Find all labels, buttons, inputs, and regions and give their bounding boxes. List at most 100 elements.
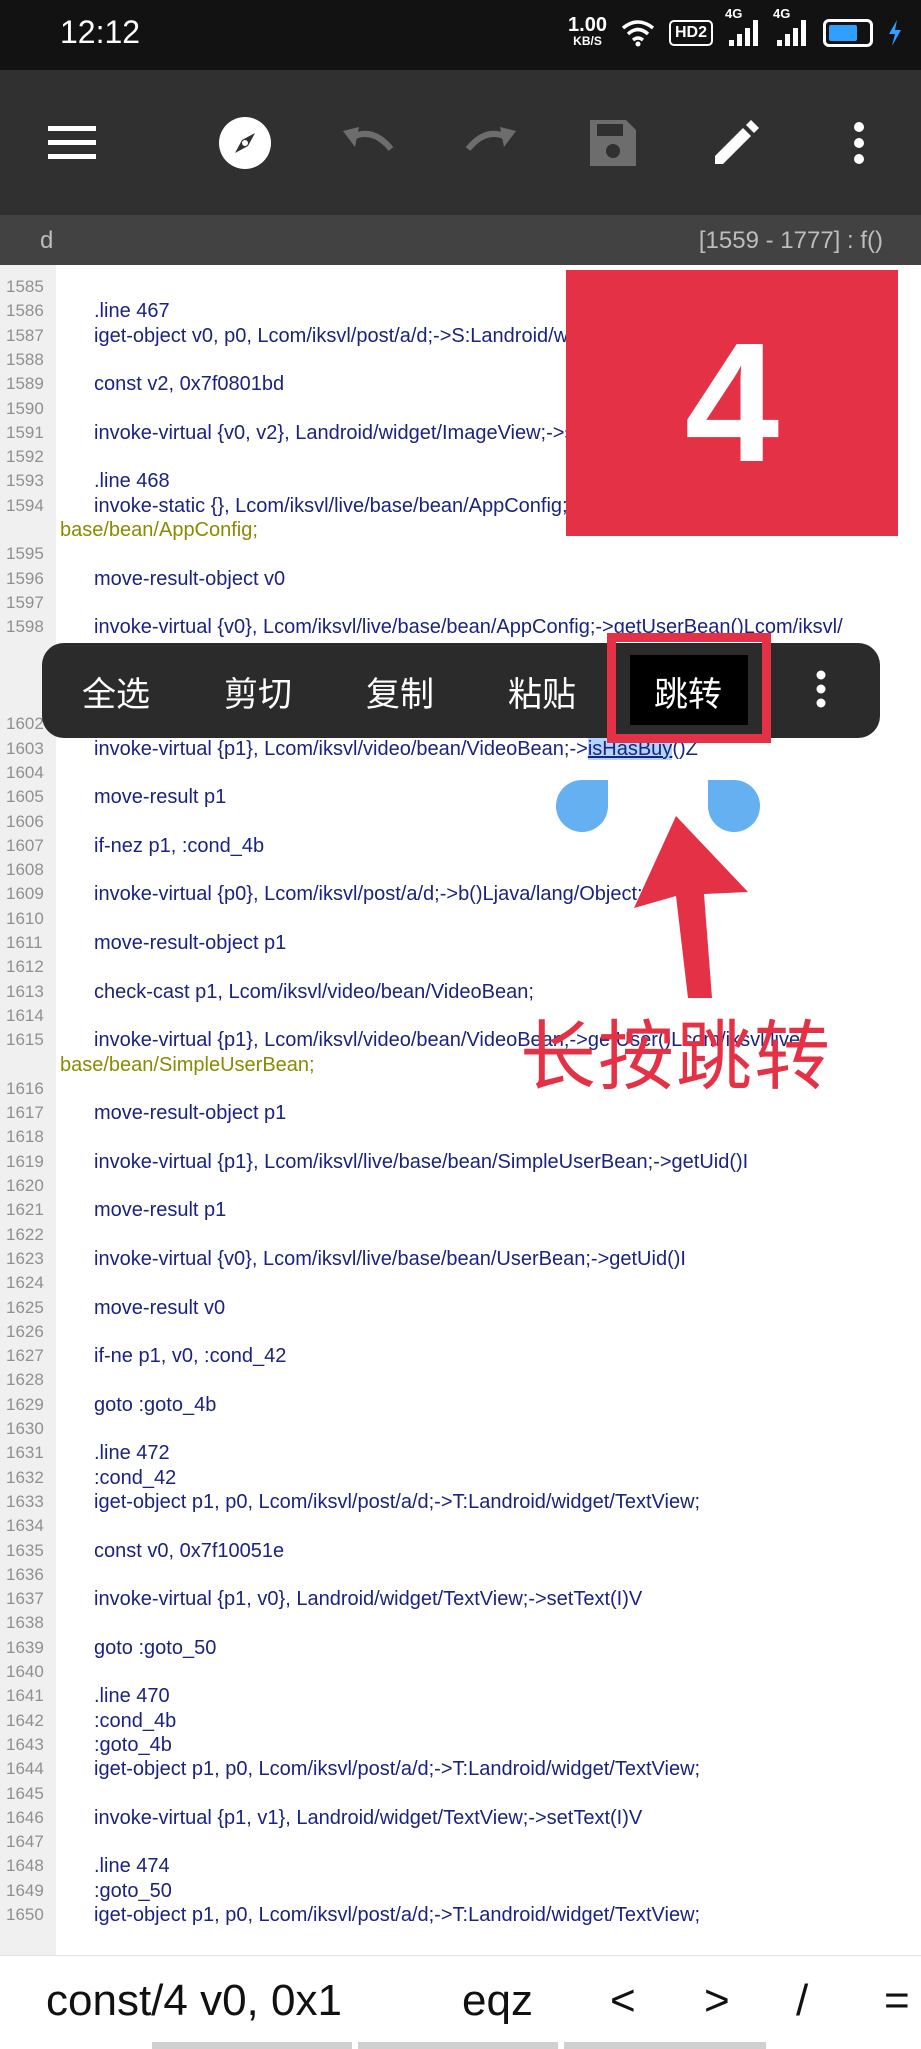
- line-number: 1610: [6, 909, 44, 928]
- more-icon: [854, 122, 864, 164]
- annotation-hint: 长按跳转: [520, 1012, 832, 1101]
- code-line: 1636: [0, 1563, 921, 1587]
- status-time: 12:12: [60, 14, 141, 50]
- line-number: 1647: [6, 1832, 44, 1851]
- annotation-arrow-icon: [634, 816, 748, 998]
- step-number-badge: 4: [566, 270, 898, 536]
- line-number: 1591: [6, 423, 44, 442]
- line-number: 1646: [6, 1808, 44, 1827]
- line-number: 1639: [6, 1638, 44, 1657]
- code-line: 1641 .line 470: [0, 1684, 921, 1708]
- line-number: 1629: [6, 1395, 44, 1414]
- line-number: 1625: [6, 1298, 44, 1317]
- hd-badge: HD2: [668, 19, 713, 46]
- line-code: invoke-virtual {p1, v0}, Landroid/widget…: [94, 1588, 643, 1610]
- eqz-key[interactable]: eqz: [462, 1976, 533, 2026]
- line-number: 1623: [6, 1249, 44, 1268]
- line-code: const v2, 0x7f0801bd: [94, 373, 285, 395]
- code-line: 1596 move-result-object v0: [0, 567, 921, 591]
- code-line: 1626: [0, 1320, 921, 1344]
- line-number: 1585: [6, 277, 44, 296]
- more-menu-icon[interactable]: [815, 669, 827, 709]
- navigate-button[interactable]: [210, 108, 280, 178]
- status-bar: 12:12 1.00 KB/S HD2 4G 4G: [0, 0, 921, 70]
- compass-icon: [219, 117, 271, 169]
- code-line: 1620: [0, 1174, 921, 1198]
- edit-button[interactable]: [701, 108, 771, 178]
- line-code: move-result p1: [94, 1199, 227, 1221]
- method-range: [1559 - 1777] : f(): [698, 227, 883, 254]
- line-number: 1589: [6, 374, 44, 393]
- code-line: 1647: [0, 1830, 921, 1854]
- equals-key[interactable]: =: [884, 1976, 910, 2026]
- line-code: iget-object p1, p0, Lcom/iksvl/post/a/d;…: [94, 1491, 701, 1513]
- line-code: :cond_4b: [94, 1710, 177, 1732]
- code-line: 1633 iget-object p1, p0, Lcom/iksvl/post/…: [0, 1490, 921, 1514]
- line-number: 1642: [6, 1711, 44, 1730]
- line-number: 1619: [6, 1152, 44, 1171]
- redo-icon: [465, 127, 516, 151]
- less-than-key[interactable]: <: [610, 1976, 636, 2026]
- line-code: .line 468: [94, 470, 170, 492]
- selection-handle-start[interactable]: [556, 780, 608, 832]
- redo-button[interactable]: [456, 108, 526, 178]
- line-code: goto :goto_4b: [94, 1394, 217, 1416]
- line-number: 1614: [6, 1006, 44, 1025]
- line-number: 1634: [6, 1516, 44, 1535]
- code-line: 1597: [0, 591, 921, 615]
- code-line: 1607 if-nez p1, :cond_4b: [0, 834, 921, 858]
- edit-icon: [715, 120, 759, 164]
- line-code: iget-object p1, p0, Lcom/iksvl/post/a/d;…: [94, 1758, 701, 1780]
- line-code: if-nez p1, :cond_4b: [94, 835, 265, 857]
- line-number: 1624: [6, 1273, 44, 1292]
- line-number: 1613: [6, 982, 44, 1001]
- wifi-icon: [621, 19, 655, 46]
- line-number: 1595: [6, 544, 44, 563]
- line-number: 1650: [6, 1905, 44, 1924]
- code-line: 1624: [0, 1271, 921, 1295]
- signal-1: 4G: [725, 6, 761, 51]
- cut-button[interactable]: 剪切: [224, 667, 292, 716]
- code-line: 1638: [0, 1611, 921, 1635]
- line-code: invoke-virtual {p1, v1}, Landroid/widget…: [94, 1807, 643, 1829]
- file-info-bar: d [1559 - 1777] : f(): [0, 215, 921, 265]
- signal-1-label: 4G: [725, 6, 743, 21]
- code-line: 1595: [0, 542, 921, 566]
- line-number: 1603: [6, 739, 44, 758]
- line-code: :goto_50: [94, 1880, 172, 1902]
- greater-than-key[interactable]: >: [704, 1976, 730, 2026]
- line-number: 1633: [6, 1492, 44, 1511]
- shortcut-bar: const/4 v0, 0x1 eqz < > / =: [0, 1955, 921, 2049]
- code-line: 1634: [0, 1514, 921, 1538]
- more-options-button[interactable]: [824, 108, 894, 178]
- snippet-key[interactable]: const/4 v0, 0x1: [46, 1976, 342, 2026]
- line-code: const v0, 0x7f10051e: [94, 1540, 285, 1562]
- charging-icon: [889, 19, 901, 46]
- code-line: 1643:goto_4b: [0, 1733, 921, 1757]
- code-line: 1611 move-result-object p1: [0, 931, 921, 955]
- code-line: 1650 iget-object p1, p0, Lcom/iksvl/post/…: [0, 1903, 921, 1927]
- line-number: 1621: [6, 1200, 44, 1219]
- line-code: base/bean/AppConfig;: [60, 519, 258, 541]
- slash-key[interactable]: /: [796, 1976, 808, 2026]
- line-number: 1644: [6, 1759, 44, 1778]
- undo-button[interactable]: [333, 108, 403, 178]
- select-all-button[interactable]: 全选: [82, 667, 150, 716]
- save-button[interactable]: [578, 108, 648, 178]
- code-line: 1619 invoke-virtual {p1}, Lcom/iksvl/live…: [0, 1150, 921, 1174]
- line-number: 1627: [6, 1346, 44, 1365]
- line-number: 1620: [6, 1176, 44, 1195]
- copy-button[interactable]: 复制: [366, 667, 434, 716]
- code-line: 1606: [0, 810, 921, 834]
- line-number: 1617: [6, 1103, 44, 1122]
- menu-button[interactable]: [37, 108, 107, 178]
- line-code: :cond_42: [94, 1467, 177, 1489]
- line-number: 1631: [6, 1443, 44, 1462]
- line-number: 1605: [6, 787, 44, 806]
- line-number: 1592: [6, 447, 44, 466]
- signal-2: 4G: [773, 6, 809, 51]
- undo-icon: [343, 127, 394, 151]
- line-code: move-result-object v0: [94, 568, 286, 590]
- paste-button[interactable]: 粘贴: [508, 667, 576, 716]
- line-number: 1641: [6, 1686, 44, 1705]
